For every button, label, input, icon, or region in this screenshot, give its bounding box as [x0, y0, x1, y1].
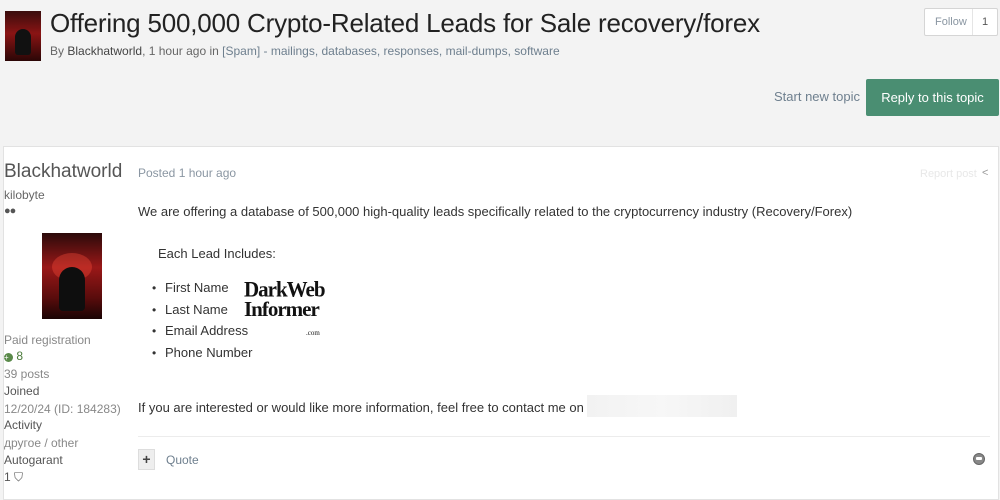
logo-line-2: Informer	[244, 297, 320, 321]
moderation-icon[interactable]	[973, 453, 985, 465]
reputation-value: 8	[16, 349, 24, 363]
joined-value: 12/20/24 (ID: 184283)	[4, 402, 121, 416]
author-posts: 39 posts	[4, 367, 50, 381]
post-includes-heading: Each Lead Includes:	[158, 246, 276, 261]
share-icon[interactable]: <	[982, 167, 988, 179]
report-post-link[interactable]: Report post	[920, 168, 977, 180]
multiquote-button[interactable]: +	[138, 449, 155, 470]
byline-time: , 1 hour ago in	[142, 44, 219, 58]
byline-forum-link[interactable]: [Spam] - mailings, databases, responses,…	[222, 44, 559, 58]
logo-line-3: .com	[306, 329, 320, 337]
darkweb-informer-watermark: DarkWeb Informer .com	[244, 276, 326, 337]
reputation-badge: + 8	[4, 349, 140, 363]
follow-label: Follow	[935, 16, 967, 28]
start-new-topic-link[interactable]: Start new topic	[774, 89, 860, 104]
quote-button[interactable]: Quote	[166, 453, 199, 467]
post-date[interactable]: Posted 1 hour ago	[138, 166, 236, 180]
plus-icon: +	[4, 353, 13, 362]
list-item: Last Name	[152, 301, 252, 323]
post-intro: We are offering a database of 500,000 hi…	[138, 204, 853, 219]
logo-line-1: DarkWeb	[244, 276, 326, 302]
autogarant-count: 1	[4, 470, 11, 484]
activity-value: другое / other	[4, 436, 79, 450]
author-group: Paid registration	[4, 333, 91, 347]
byline-prefix: By	[50, 44, 65, 58]
follow-count: 1	[972, 9, 997, 35]
shield-icon: ⛉	[14, 470, 24, 484]
post-divider	[138, 436, 990, 437]
author-rank: kilobyte	[4, 188, 45, 202]
topic-title: Offering 500,000 Crypto-Related Leads fo…	[50, 8, 760, 38]
activity-label: Activity	[4, 418, 43, 432]
lead-fields-list: First Name Last Name Email Address Phone…	[152, 279, 252, 365]
list-item: Phone Number	[152, 344, 252, 366]
list-item: Email Address	[152, 322, 252, 344]
author-avatar[interactable]	[42, 233, 102, 319]
post-container: Blackhatworld kilobyte ●● Paid registrat…	[3, 146, 999, 500]
author-avatar-small[interactable]	[5, 11, 41, 61]
topic-byline: By Blackhatworld, 1 hour ago in [Spam] -…	[50, 44, 560, 58]
reply-to-topic-button[interactable]: Reply to this topic	[866, 79, 999, 116]
joined-label: Joined	[4, 384, 40, 398]
autogarant-label: Autogarant	[4, 453, 63, 467]
redacted-telegram	[587, 395, 737, 417]
autogarant-value: 1 ⛉	[4, 470, 140, 485]
rank-pips: ●●	[4, 205, 16, 217]
follow-button[interactable]: Follow 1	[924, 8, 998, 36]
list-item: First Name	[152, 279, 252, 301]
author-name-link[interactable]: Blackhatworld	[4, 161, 140, 183]
byline-author-link[interactable]: Blackhatworld	[67, 44, 142, 58]
